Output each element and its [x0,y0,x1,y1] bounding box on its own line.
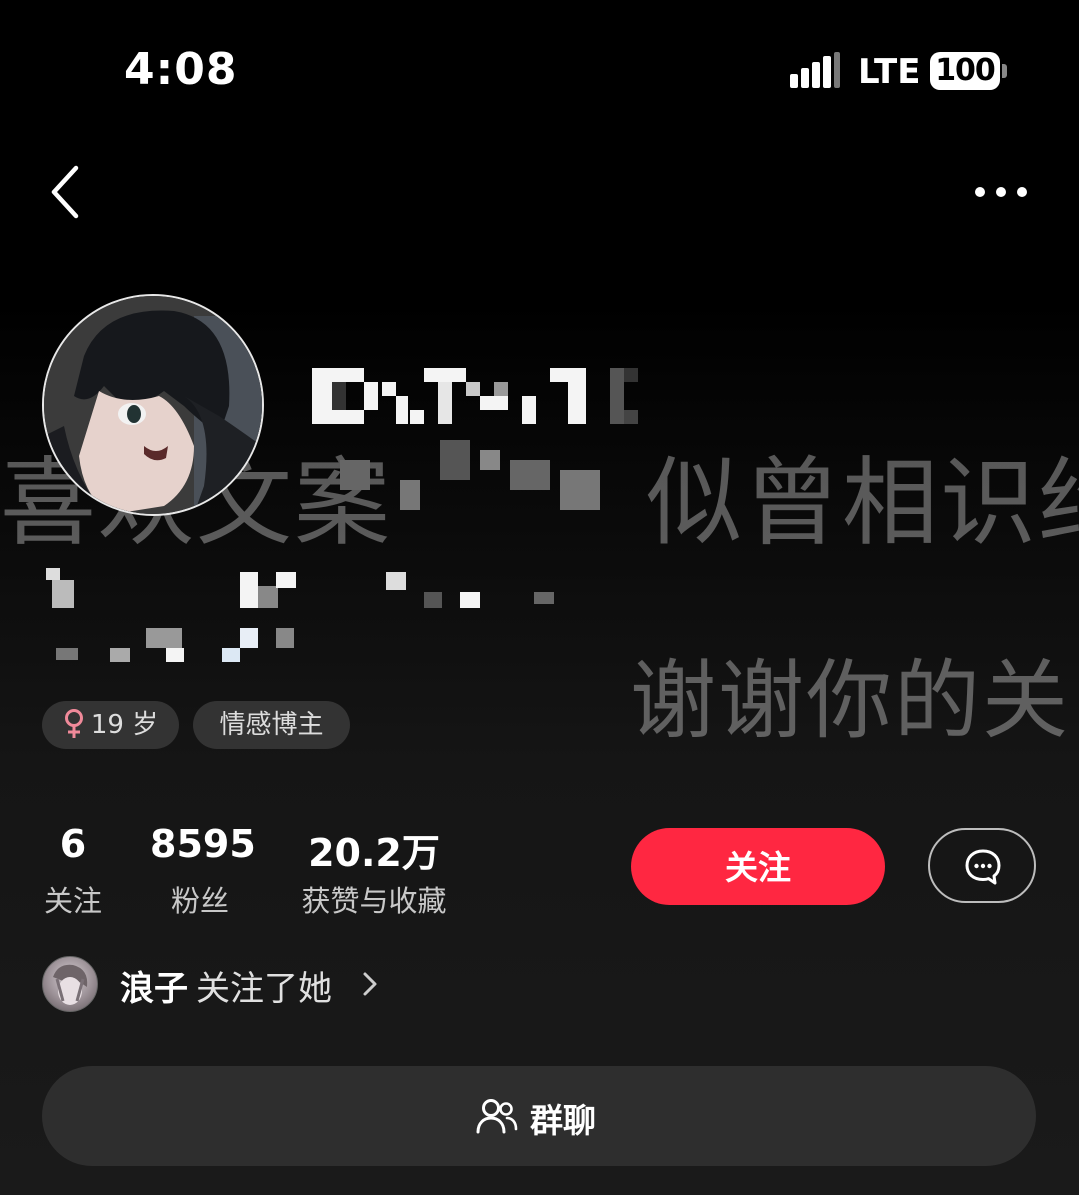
followers-count[interactable]: 8595 [150,822,256,866]
chevron-left-icon[interactable] [44,160,94,224]
role-tag: 情感博主 [193,701,350,749]
group-chat-label[interactable]: 群聊 [530,1094,596,1142]
follower-avatar[interactable] [42,956,98,1012]
group-icon [476,1099,518,1134]
battery-indicator: 100 [930,52,1000,90]
likes-count[interactable]: 20.2万 [298,822,450,877]
follower-name[interactable]: 浪子 [120,961,188,1010]
following-count[interactable]: 6 [42,822,104,866]
age-tag: 19 岁 [42,701,179,749]
likes-label[interactable]: 获赞与收藏 [298,878,450,920]
status-time: 4:08 [124,44,238,95]
redacted-bg-mosaic [340,440,640,530]
background-text-part: 似曾相识约 [646,447,1079,559]
more-horizontal-icon[interactable] [968,172,1034,212]
redacted-username [312,368,652,428]
avatar-illustration [44,296,262,514]
age-text: 19 岁 [90,710,159,740]
followers-label[interactable]: 粉丝 [150,878,250,920]
battery-tip [1002,64,1007,78]
network-label: LTE [858,52,921,92]
female-icon [64,708,83,738]
chevron-right-icon[interactable] [360,968,380,1000]
follow-button[interactable]: 关注 [631,828,885,905]
chat-bubble-icon [965,849,1001,885]
profile-avatar[interactable] [42,294,264,516]
background-text-line-2: 谢谢你的关 [630,651,1070,751]
redacted-bio [46,562,566,672]
profile-page: 4:08 LTE 100 喜欢文案似曾相识约 谢谢你的关 [0,0,1079,1195]
followed-text: 关注了她 [196,969,332,1009]
message-button[interactable] [928,828,1036,903]
following-label[interactable]: 关注 [42,878,104,920]
signal-icon [790,52,840,88]
follower-avatar-image [53,964,88,1005]
